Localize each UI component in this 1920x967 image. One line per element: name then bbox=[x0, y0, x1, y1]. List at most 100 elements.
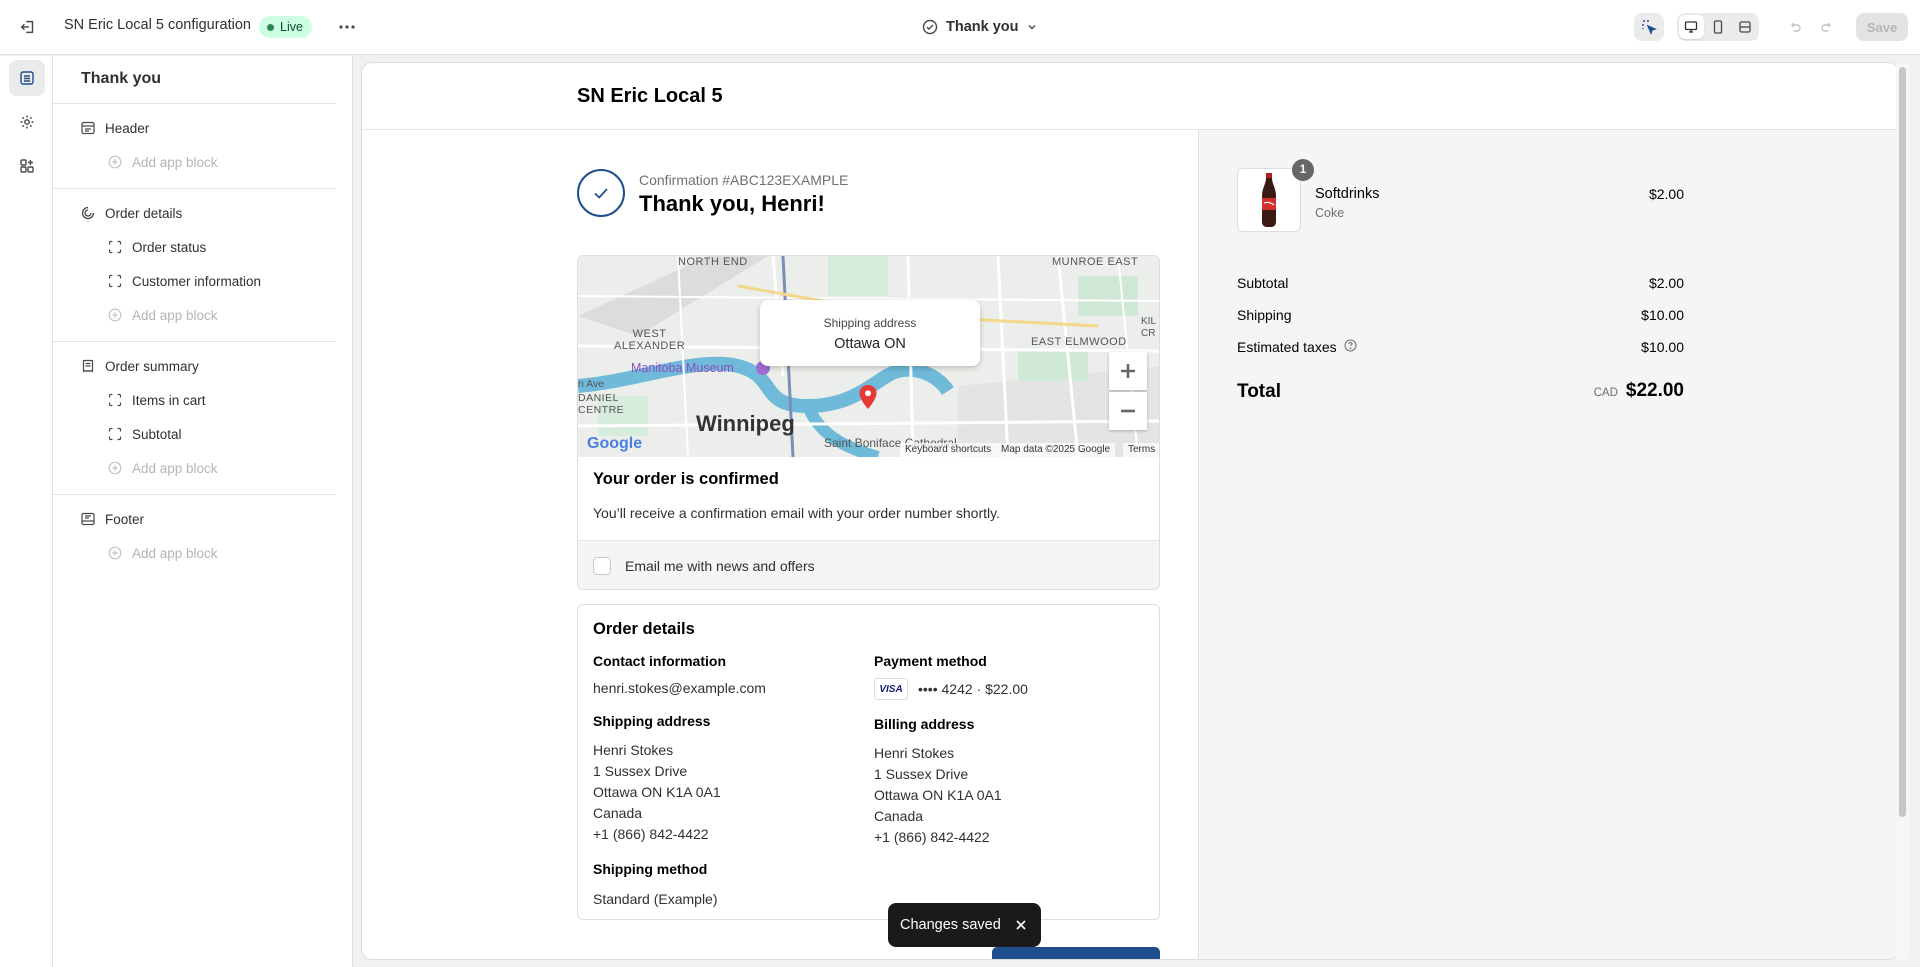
taxes-value: $10.00 bbox=[1641, 339, 1684, 355]
section-order-summary[interactable]: Order summary bbox=[80, 358, 199, 374]
add-app-block-button[interactable]: Add app block bbox=[107, 460, 218, 476]
add-app-block-button[interactable]: Add app block bbox=[107, 307, 218, 323]
total-label: Total bbox=[1237, 381, 1281, 402]
check-circle-icon bbox=[922, 19, 938, 35]
block-frame-icon bbox=[107, 392, 123, 408]
page-selector[interactable]: Thank you bbox=[922, 14, 1037, 40]
confirmation-check-icon bbox=[577, 169, 625, 217]
order-details-card: Order details Contact information henri.… bbox=[577, 604, 1160, 920]
payment-value: •••• 4242 · $22.00 bbox=[918, 680, 1028, 697]
block-order-status-label: Order status bbox=[132, 239, 207, 255]
address-line: Ottawa ON K1A 0A1 bbox=[874, 787, 1002, 803]
add-app-block-button[interactable]: Add app block bbox=[107, 545, 218, 561]
block-items-in-cart[interactable]: Items in cart bbox=[107, 392, 206, 408]
visa-card-icon: VISA bbox=[874, 678, 908, 700]
section-footer[interactable]: Footer bbox=[80, 511, 144, 527]
undo-icon[interactable] bbox=[1783, 13, 1807, 41]
product-price: $2.00 bbox=[1648, 186, 1684, 202]
toast-message: Changes saved bbox=[900, 917, 1001, 933]
desktop-view-icon[interactable] bbox=[1679, 15, 1704, 39]
redo-icon[interactable] bbox=[1815, 13, 1839, 41]
shipping-map[interactable]: NORTH END MUNROE EAST WEST ALEXANDER EAS… bbox=[578, 256, 1159, 457]
keyboard-shortcuts-link[interactable]: Keyboard shortcuts bbox=[900, 443, 997, 457]
sections-sidebar: Thank you Header Add app block Order det… bbox=[53, 56, 353, 967]
block-items-in-cart-label: Items in cart bbox=[132, 392, 206, 408]
fullwidth-view-icon[interactable] bbox=[1732, 15, 1757, 39]
block-order-status[interactable]: Order status bbox=[107, 239, 206, 255]
zoom-out-icon[interactable] bbox=[1109, 392, 1147, 430]
section-header[interactable]: Header bbox=[80, 120, 149, 136]
block-customer-information[interactable]: Customer information bbox=[107, 273, 261, 289]
newsletter-opt-in[interactable]: Email me with news and offers bbox=[578, 540, 1159, 589]
device-switcher bbox=[1677, 13, 1759, 41]
address-line: Canada bbox=[593, 805, 643, 821]
total-amount: CAD $22.00 bbox=[1594, 380, 1684, 402]
chevron-down-icon bbox=[1028, 25, 1036, 30]
section-order-details-label: Order details bbox=[105, 205, 183, 221]
tooltip-value: Ottawa ON bbox=[834, 336, 906, 352]
apps-icon[interactable] bbox=[9, 148, 45, 184]
block-frame-icon bbox=[107, 273, 123, 289]
section-order-summary-label: Order summary bbox=[105, 358, 199, 374]
quantity-badge: 1 bbox=[1292, 159, 1314, 181]
address-line: Henri Stokes bbox=[593, 742, 674, 758]
google-logo: Google bbox=[587, 435, 643, 452]
scrollbar-thumb[interactable] bbox=[1899, 67, 1906, 817]
save-button[interactable]: Save bbox=[1856, 13, 1908, 41]
close-icon[interactable] bbox=[1015, 919, 1027, 931]
map-data-credit: Map data ©2025 Google bbox=[996, 443, 1116, 457]
payment-method: VISA •••• 4242 · $22.00 bbox=[874, 678, 1028, 700]
continue-shopping-button[interactable] bbox=[992, 947, 1160, 959]
plus-circle-icon bbox=[107, 460, 123, 476]
map-label-kil: KIL CR bbox=[1141, 316, 1157, 339]
map-terms-link[interactable]: Terms bbox=[1123, 443, 1159, 457]
add-app-block-button[interactable]: Add app block bbox=[107, 154, 218, 170]
address-line: Ottawa ON K1A 0A1 bbox=[593, 784, 721, 800]
divider bbox=[53, 341, 336, 342]
order-confirmed-text: You’ll receive a confirmation email with… bbox=[593, 505, 1000, 521]
settings-gear-icon[interactable] bbox=[9, 104, 45, 140]
product-variant: Coke bbox=[1315, 206, 1345, 220]
newsletter-label: Email me with news and offers bbox=[625, 557, 815, 574]
more-actions-icon[interactable] bbox=[334, 14, 360, 40]
estimated-taxes-row: Estimated taxes bbox=[1237, 339, 1357, 355]
confirmation-number: Confirmation #ABC123EXAMPLE bbox=[639, 172, 849, 188]
block-subtotal-label: Subtotal bbox=[132, 426, 182, 442]
billing-address: Henri Stokes 1 Sussex Drive Ottawa ON K1… bbox=[874, 743, 1002, 848]
inspector-toggle[interactable] bbox=[1634, 13, 1664, 41]
preview-scrollbar[interactable] bbox=[1896, 63, 1909, 959]
shipping-method-value: Standard (Example) bbox=[593, 891, 718, 907]
map-label-museum: Manitoba Museum bbox=[631, 361, 734, 375]
block-frame-icon bbox=[107, 239, 123, 255]
map-pin-icon[interactable] bbox=[858, 384, 878, 415]
newsletter-checkbox[interactable] bbox=[593, 556, 611, 575]
configuration-title: SN Eric Local 5 configuration bbox=[64, 17, 251, 33]
map-label-east-elmwood: EAST ELMWOOD bbox=[1031, 336, 1127, 348]
sections-icon[interactable] bbox=[9, 60, 45, 96]
checkout-preview: SN Eric Local 5 Confirmation #ABC123EXAM… bbox=[362, 63, 1898, 959]
plus-circle-icon bbox=[107, 154, 123, 170]
add-app-block-label: Add app block bbox=[132, 460, 218, 476]
subtotal-value: $2.00 bbox=[1648, 275, 1684, 291]
currency-code: CAD bbox=[1593, 387, 1618, 399]
order-summary-panel: 1 Softdrinks Coke $2.00 Subtotal $2.00 S… bbox=[1198, 130, 1898, 959]
add-app-block-label: Add app block bbox=[132, 154, 218, 170]
zoom-in-icon[interactable] bbox=[1109, 352, 1147, 390]
section-footer-label: Footer bbox=[105, 511, 145, 527]
navigation-rail bbox=[0, 56, 53, 967]
status-text: Live bbox=[280, 20, 303, 34]
shipping-address: Henri Stokes 1 Sussex Drive Ottawa ON K1… bbox=[593, 740, 721, 845]
thank-you-heading: Thank you, Henri! bbox=[639, 191, 825, 216]
block-frame-icon bbox=[107, 426, 123, 442]
changes-saved-toast: Changes saved bbox=[888, 903, 1041, 947]
section-order-details[interactable]: Order details bbox=[80, 205, 182, 221]
block-customer-information-label: Customer information bbox=[132, 273, 262, 289]
payment-method-label: Payment method bbox=[874, 653, 987, 669]
mobile-view-icon[interactable] bbox=[1706, 15, 1731, 39]
map-label-daniel: DANIEL CENTRE bbox=[578, 392, 625, 416]
exit-icon[interactable] bbox=[16, 15, 40, 39]
divider bbox=[53, 103, 336, 104]
plus-circle-icon bbox=[107, 545, 123, 561]
block-subtotal[interactable]: Subtotal bbox=[107, 426, 182, 442]
help-icon[interactable] bbox=[1344, 339, 1357, 355]
